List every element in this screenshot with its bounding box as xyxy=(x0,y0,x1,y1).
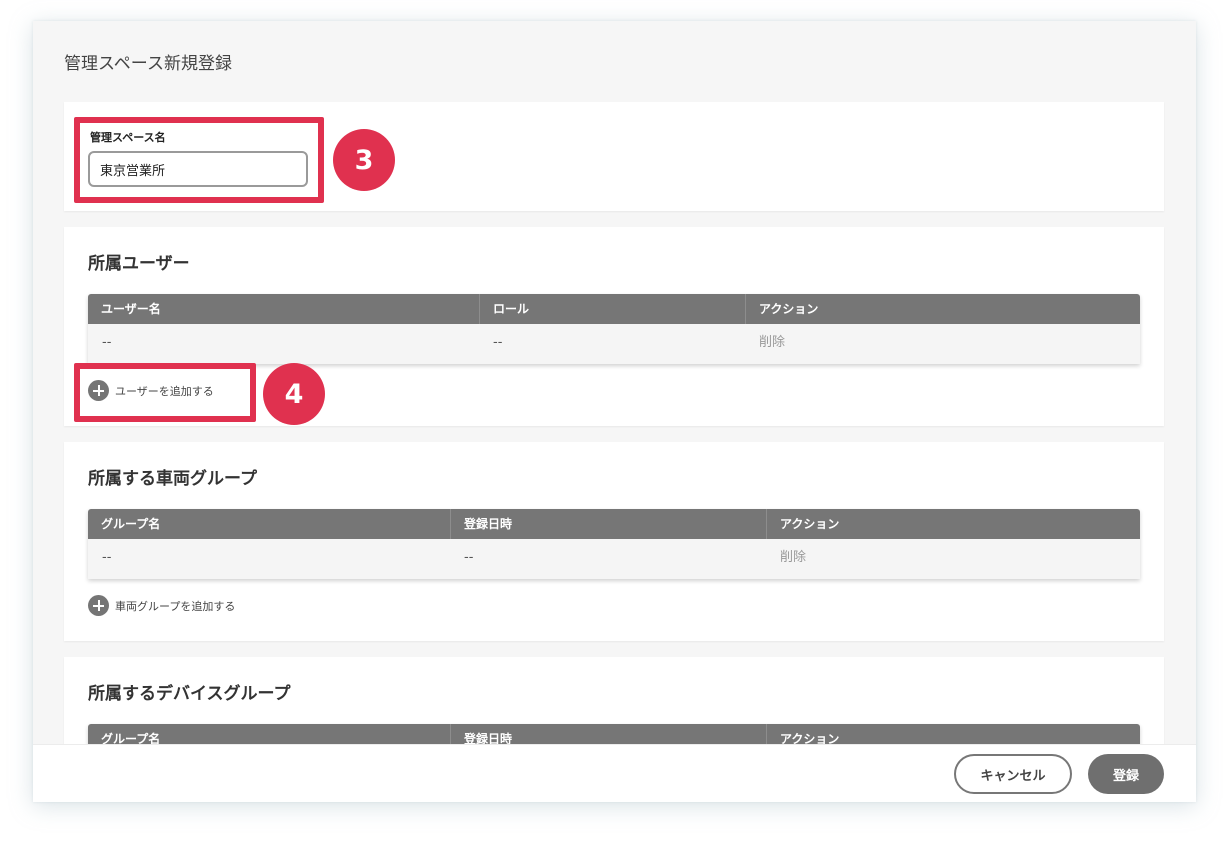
delete-link[interactable]: 削除 xyxy=(745,324,785,364)
space-name-label: 管理スペース名 xyxy=(90,131,166,144)
column-header: ユーザー名 xyxy=(101,302,161,316)
vehicle-groups-section-title: 所属する車両グループ xyxy=(88,469,257,489)
table-cell: -- xyxy=(464,550,474,565)
table-header: グループ名 登録日時 アクション xyxy=(88,509,1140,539)
table-header: ユーザー名 ロール アクション xyxy=(88,294,1140,324)
plus-circle-icon xyxy=(88,380,109,401)
vehicle-groups-table: グループ名 登録日時 アクション -- -- 削除 xyxy=(88,509,1140,579)
plus-circle-icon xyxy=(88,595,109,616)
vehicle-groups-card: 所属する車両グループ グループ名 登録日時 アクション -- -- 削除 車両グ… xyxy=(64,442,1164,641)
table-cell: -- xyxy=(102,335,112,350)
column-header: 登録日時 xyxy=(450,509,766,539)
device-groups-section-title: 所属するデバイスグループ xyxy=(88,684,291,704)
table-cell: -- xyxy=(493,335,503,350)
delete-link[interactable]: 削除 xyxy=(766,539,806,579)
step-badge-4: 4 xyxy=(263,363,325,425)
users-table: ユーザー名 ロール アクション -- -- 削除 xyxy=(88,294,1140,364)
add-vehicle-group-button[interactable]: 車両グループを追加する xyxy=(88,595,235,616)
column-header: アクション xyxy=(745,294,1140,324)
register-button[interactable]: 登録 xyxy=(1088,754,1164,794)
column-header: ロール xyxy=(479,294,745,324)
table-cell: -- xyxy=(102,550,112,565)
space-name-input[interactable] xyxy=(88,151,308,187)
dialog-footer: キャンセル 登録 xyxy=(33,744,1196,802)
space-name-card: 管理スペース名 3 xyxy=(64,102,1164,211)
users-section-title: 所属ユーザー xyxy=(88,254,190,274)
column-header: グループ名 xyxy=(101,517,161,531)
page-title: 管理スペース新規登録 xyxy=(64,54,232,74)
table-row: -- -- 削除 xyxy=(88,324,1140,364)
cancel-button[interactable]: キャンセル xyxy=(954,754,1072,794)
users-card: 所属ユーザー ユーザー名 ロール アクション -- -- 削除 ユーザーを追加す… xyxy=(64,227,1164,426)
column-header: アクション xyxy=(766,509,1140,539)
add-vehicle-group-label: 車両グループを追加する xyxy=(115,599,236,613)
add-user-label: ユーザーを追加する xyxy=(115,384,214,398)
add-user-button[interactable]: ユーザーを追加する xyxy=(88,380,214,401)
table-row: -- -- 削除 xyxy=(88,539,1140,579)
registration-dialog: 管理スペース新規登録 管理スペース名 3 所属ユーザー ユーザー名 ロール アク… xyxy=(33,21,1196,802)
step-badge-3: 3 xyxy=(333,129,395,191)
